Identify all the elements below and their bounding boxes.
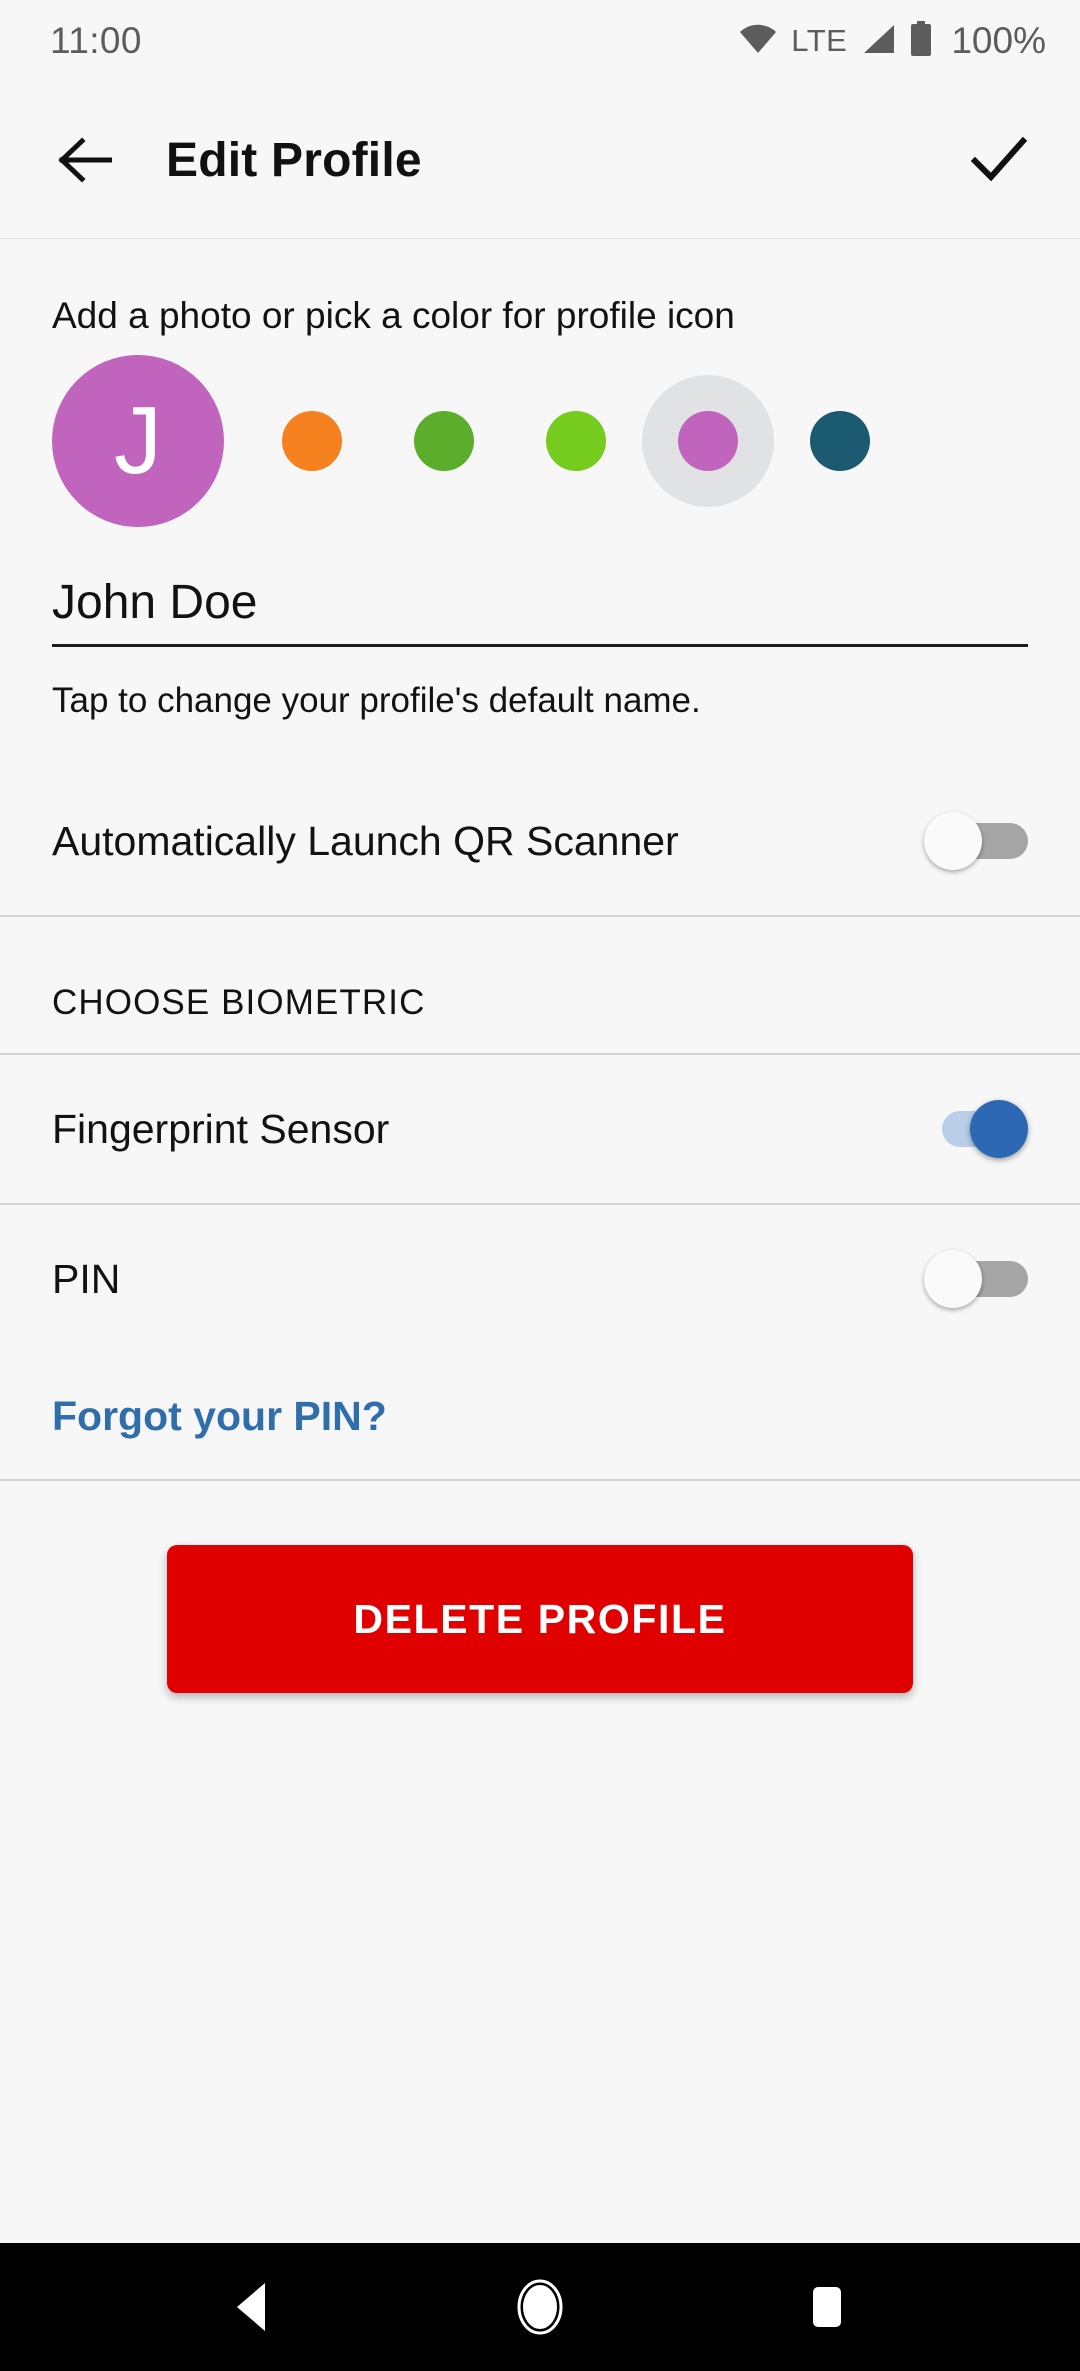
nav-home-circle-icon xyxy=(517,2279,563,2335)
toggle-thumb xyxy=(924,1250,982,1308)
pin-label: PIN xyxy=(52,1255,121,1302)
toggle-thumb xyxy=(970,1100,1028,1158)
avatar[interactable]: J xyxy=(52,355,224,527)
network-type-label: LTE xyxy=(791,23,848,58)
delete-profile-wrapper: DELETE PROFILE xyxy=(0,1481,1080,1693)
battery-percent-label: 100% xyxy=(951,20,1046,61)
toggle-thumb xyxy=(924,812,982,870)
status-bar: 11:00 LTE 100% xyxy=(0,0,1080,82)
fingerprint-label: Fingerprint Sensor xyxy=(52,1105,390,1152)
app-bar: Edit Profile xyxy=(0,82,1080,239)
pin-toggle[interactable] xyxy=(924,1250,1028,1308)
fingerprint-row[interactable]: Fingerprint Sensor xyxy=(0,1055,1080,1203)
photo-instruction-label: Add a photo or pick a color for profile … xyxy=(52,295,735,336)
nav-back-button[interactable] xyxy=(208,2262,298,2352)
fingerprint-toggle[interactable] xyxy=(924,1100,1028,1158)
profile-name-input[interactable] xyxy=(52,575,1028,644)
swatch-dot xyxy=(282,411,342,471)
content-area: Add a photo or pick a color for profile … xyxy=(0,239,1080,2243)
color-swatch-teal[interactable] xyxy=(774,375,906,507)
nav-recents-square-icon xyxy=(812,2287,841,2327)
confirm-button[interactable] xyxy=(962,123,1036,197)
forgot-pin-row: Forgot your PIN? xyxy=(0,1353,1080,1479)
arrow-left-icon xyxy=(58,137,112,183)
check-icon xyxy=(971,137,1027,182)
profile-name-field-wrapper: Tap to change your profile's default nam… xyxy=(0,517,1080,721)
signal-icon xyxy=(861,24,895,59)
pin-row[interactable]: PIN xyxy=(0,1205,1080,1353)
nav-back-triangle-icon xyxy=(237,2283,266,2331)
wifi-icon xyxy=(739,24,777,59)
forgot-pin-link[interactable]: Forgot your PIN? xyxy=(52,1393,387,1440)
qr-scanner-label: Automatically Launch QR Scanner xyxy=(52,817,679,864)
avatar-initial: J xyxy=(114,387,162,494)
color-swatch-lime-green[interactable] xyxy=(510,375,642,507)
qr-scanner-toggle[interactable] xyxy=(924,812,1028,870)
swatch-dot xyxy=(678,411,738,471)
delete-profile-button[interactable]: DELETE PROFILE xyxy=(167,1545,913,1693)
swatch-dot xyxy=(810,411,870,471)
swatch-dot xyxy=(546,411,606,471)
color-swatch-dark-green[interactable] xyxy=(378,375,510,507)
battery-icon xyxy=(909,20,933,62)
back-button[interactable] xyxy=(48,123,122,197)
color-swatch-orange[interactable] xyxy=(246,375,378,507)
swatch-dot xyxy=(414,411,474,471)
nav-home-button[interactable] xyxy=(495,2262,585,2352)
profile-icon-picker: J xyxy=(0,337,1080,527)
color-swatch-purple[interactable] xyxy=(642,375,774,507)
system-navigation-bar xyxy=(0,2243,1080,2371)
biometric-section-header: CHOOSE BIOMETRIC xyxy=(52,983,426,1022)
status-icons: LTE 100% xyxy=(739,20,1046,62)
name-field-helper-text: Tap to change your profile's default nam… xyxy=(52,681,701,720)
nav-recents-button[interactable] xyxy=(782,2262,872,2352)
page-title: Edit Profile xyxy=(166,133,422,187)
edit-profile-screen: 11:00 LTE 100% Edit Profile Add a photo … xyxy=(0,0,1080,2371)
qr-scanner-row[interactable]: Automatically Launch QR Scanner xyxy=(0,767,1080,915)
status-time: 11:00 xyxy=(50,20,142,61)
